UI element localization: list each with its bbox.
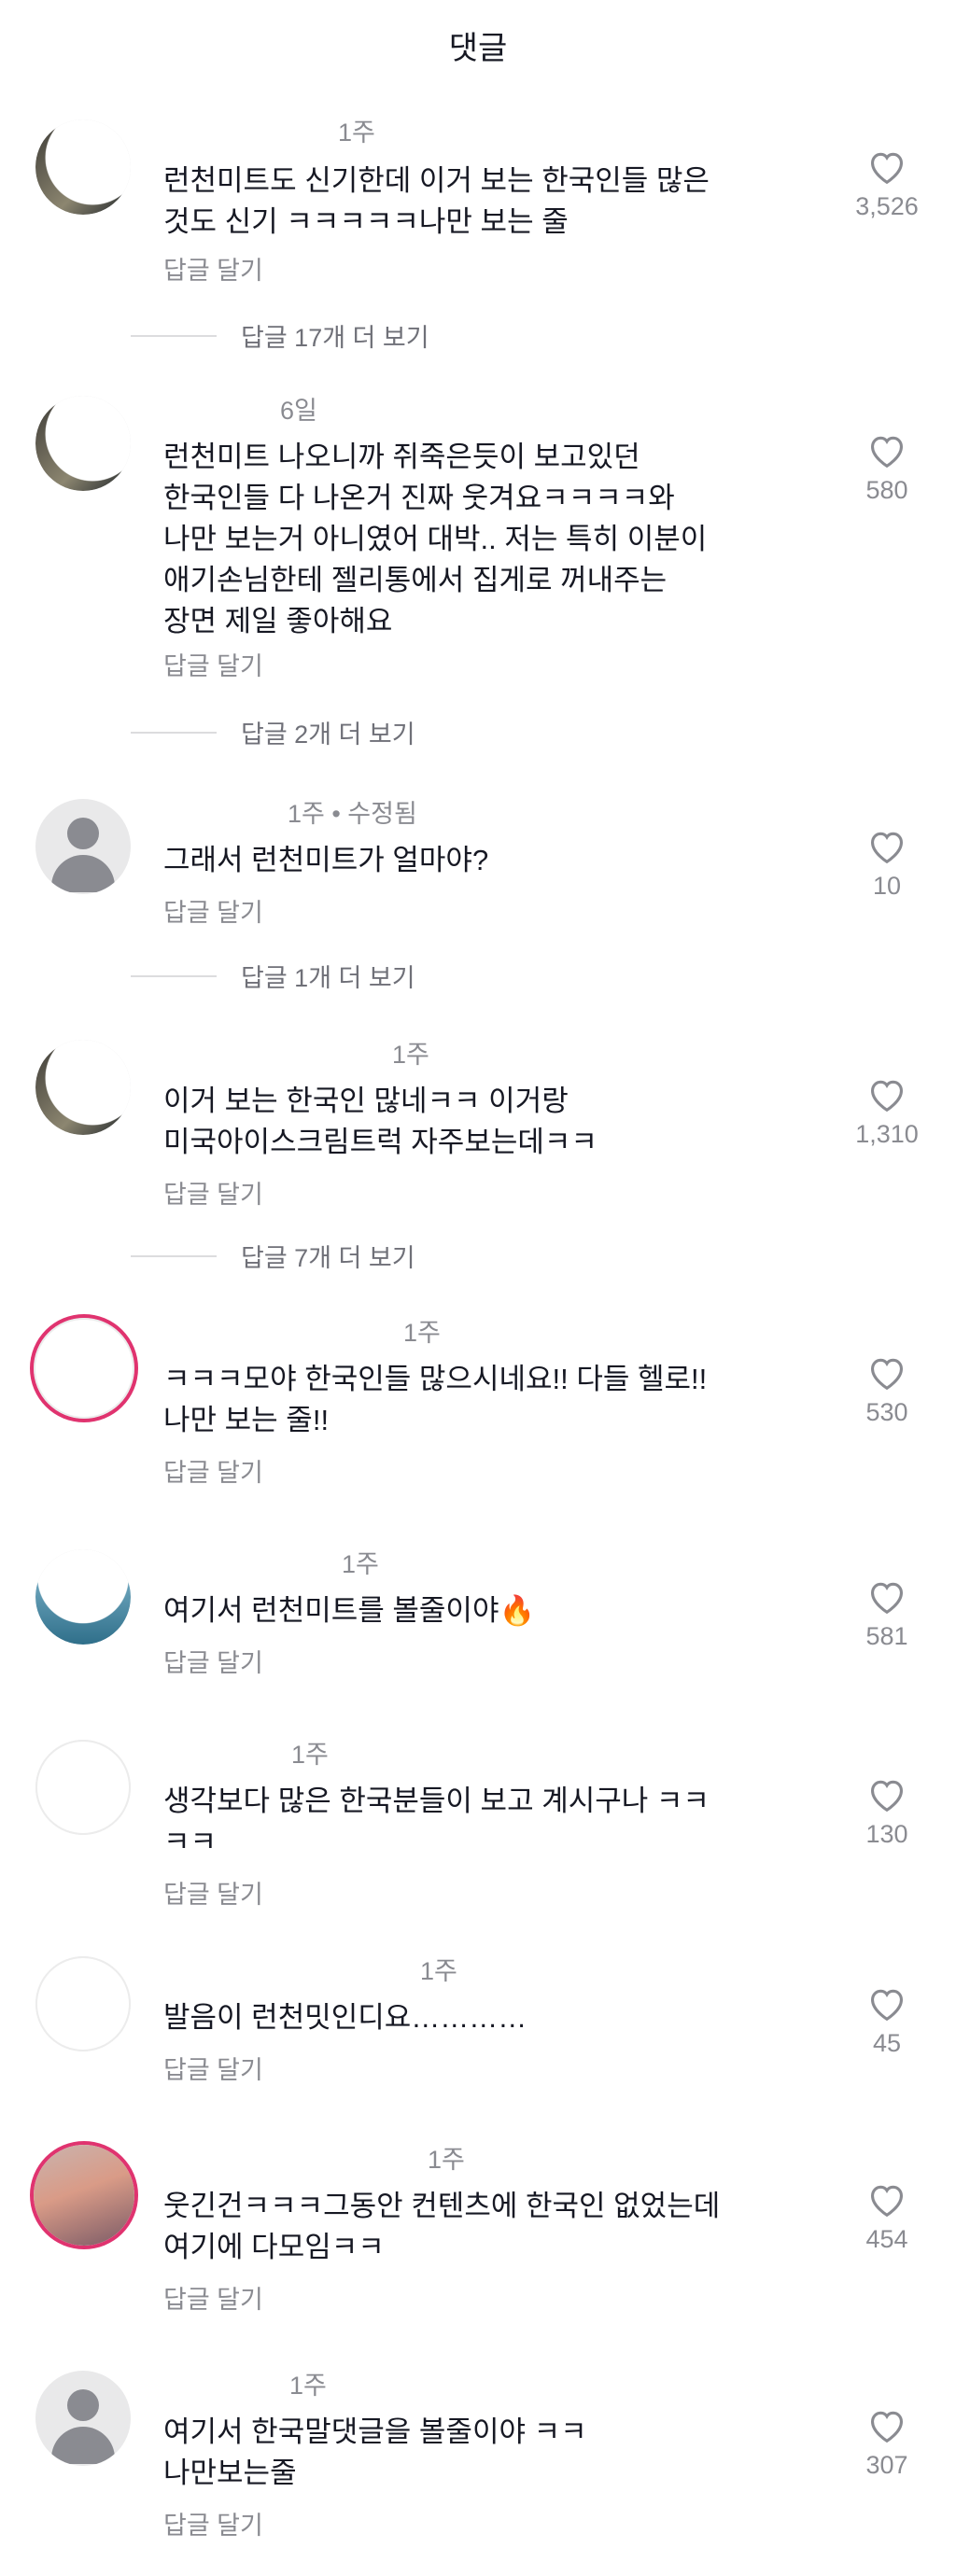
comment-time: 6일 xyxy=(280,397,317,425)
comment-time: 1주 xyxy=(289,2372,327,2400)
avatar[interactable] xyxy=(35,119,131,215)
avatar[interactable] xyxy=(35,1956,131,2051)
divider xyxy=(131,335,217,337)
comment-text: 그래서 런천미트가 얼마야? xyxy=(163,844,489,876)
like-count: 1,310 xyxy=(855,1120,919,1148)
divider xyxy=(131,975,217,977)
default-avatar-body xyxy=(51,855,115,892)
heart-icon xyxy=(870,1780,904,1813)
reply-button[interactable]: 답글 달기 xyxy=(163,2050,263,2086)
like-button[interactable]: 581 xyxy=(840,1577,934,1651)
heart-icon xyxy=(870,832,904,864)
comment-time: 1주 xyxy=(392,1041,429,1069)
comment-time: 1주 xyxy=(428,2146,465,2174)
heart-icon xyxy=(870,1080,904,1113)
like-button[interactable]: 45 xyxy=(840,1984,934,2058)
like-button[interactable]: 1,310 xyxy=(840,1075,934,1149)
avatar[interactable] xyxy=(35,1040,131,1135)
comment-time: 1주 xyxy=(342,1550,379,1578)
view-more-replies[interactable]: 답글 1개 더 보기 xyxy=(131,958,691,995)
avatar-image xyxy=(34,1318,134,1419)
like-count: 10 xyxy=(872,872,902,900)
like-count: 3,526 xyxy=(855,192,919,220)
like-button[interactable]: 580 xyxy=(840,431,934,505)
reply-button[interactable]: 답글 달기 xyxy=(163,1174,263,1211)
like-button[interactable]: 530 xyxy=(840,1353,934,1427)
comment-time: 1주 xyxy=(420,1957,457,1985)
avatar-image xyxy=(35,396,131,491)
comment-text: 웃긴건ㅋㅋㅋ그동안 컨텐츠에 한국인 없었는데 여기에 다모임ㅋㅋ xyxy=(163,2190,721,2263)
comment-text: 생각보다 많은 한국분들이 보고 계시구나 ㅋㅋ ㅋㅋ xyxy=(163,1785,710,1858)
divider xyxy=(131,1255,217,1257)
reply-button[interactable]: 답글 달기 xyxy=(163,2279,263,2316)
avatar[interactable] xyxy=(35,799,131,894)
view-more-replies-label: 답글 1개 더 보기 xyxy=(241,964,415,992)
comment-text: 발음이 런천밋인디요………… xyxy=(163,2001,527,2034)
like-button[interactable]: 3,526 xyxy=(840,147,934,221)
default-avatar-head xyxy=(67,2389,99,2421)
avatar-image xyxy=(35,1549,131,1645)
avatar-image xyxy=(35,1956,131,2051)
reply-button[interactable]: 답글 달기 xyxy=(163,646,263,682)
avatar-image xyxy=(35,1740,131,1835)
comment-text: 여기서 한국말댓글을 볼줄이야 ㅋㅋ 나만보는줄 xyxy=(163,2415,587,2489)
reply-button[interactable]: 답글 달기 xyxy=(163,250,263,287)
default-avatar-body xyxy=(51,2427,115,2464)
reply-button[interactable]: 답글 달기 xyxy=(163,1874,263,1911)
reply-button[interactable]: 답글 달기 xyxy=(163,1643,263,1679)
comment-time: 1주 xyxy=(338,119,375,147)
avatar[interactable] xyxy=(35,1740,131,1835)
comment-text: 런천미트 나오니까 쥐죽은듯이 보고있던 한국인들 다 나온거 진짜 웃겨요ㅋㅋ… xyxy=(163,441,708,637)
like-button[interactable]: 10 xyxy=(840,827,934,901)
comment-text: 이거 보는 한국인 많네ㅋㅋ 이거랑 미국아이스크림트럭 자주보는데ㅋㅋ xyxy=(163,1085,598,1158)
comment-text: 여기서 런천미트를 볼줄이야🔥 xyxy=(163,1594,536,1627)
view-more-replies-label: 답글 17개 더 보기 xyxy=(241,324,429,352)
like-count: 454 xyxy=(865,2225,908,2253)
comment-time: 1주 xyxy=(403,1319,441,1347)
avatar[interactable] xyxy=(34,1318,134,1419)
heart-icon xyxy=(870,1989,904,2022)
comment-text: ㅋㅋㅋ모야 한국인들 많으시네요!! 다들 헬로!! 나만 보는 줄!! xyxy=(163,1363,708,1436)
reply-button[interactable]: 답글 달기 xyxy=(163,892,263,929)
reply-button[interactable]: 답글 달기 xyxy=(163,1452,263,1489)
like-count: 307 xyxy=(865,2451,908,2479)
default-avatar-head xyxy=(67,818,99,849)
view-more-replies-label: 답글 7개 더 보기 xyxy=(241,1244,415,1272)
like-button[interactable]: 130 xyxy=(840,1775,934,1849)
avatar-image xyxy=(35,1040,131,1135)
header-title: 댓글 xyxy=(448,31,508,66)
avatar[interactable] xyxy=(35,2371,131,2466)
avatar[interactable] xyxy=(35,1549,131,1645)
like-count: 530 xyxy=(865,1398,908,1426)
like-count: 130 xyxy=(865,1820,908,1848)
view-more-replies[interactable]: 답글 2개 더 보기 xyxy=(131,714,691,751)
view-more-replies[interactable]: 답글 7개 더 보기 xyxy=(131,1238,691,1275)
reply-button[interactable]: 답글 달기 xyxy=(163,2505,263,2541)
comment-time: 1주 xyxy=(291,1741,329,1769)
heart-icon xyxy=(870,2185,904,2218)
comments-header: 댓글 xyxy=(0,0,956,84)
like-count: 581 xyxy=(865,1622,908,1650)
heart-icon xyxy=(870,1582,904,1615)
heart-icon xyxy=(870,1358,904,1391)
like-count: 45 xyxy=(872,2029,902,2057)
avatar-image xyxy=(34,2145,134,2246)
view-more-replies[interactable]: 답글 17개 더 보기 xyxy=(131,317,691,355)
heart-icon xyxy=(870,2411,904,2443)
avatar[interactable] xyxy=(34,2145,134,2246)
like-button[interactable]: 454 xyxy=(840,2180,934,2254)
heart-icon xyxy=(870,152,904,185)
avatar-image xyxy=(35,119,131,215)
comment-time: 1주 • 수정됨 xyxy=(288,800,417,828)
avatar[interactable] xyxy=(35,396,131,491)
comment-text: 런천미트도 신기한데 이거 보는 한국인들 많은 것도 신기 ㅋㅋㅋㅋㅋ나만 보… xyxy=(163,164,710,238)
heart-icon xyxy=(870,436,904,469)
divider xyxy=(131,732,217,734)
view-more-replies-label: 답글 2개 더 보기 xyxy=(241,721,415,749)
like-count: 580 xyxy=(865,476,908,504)
like-button[interactable]: 307 xyxy=(840,2406,934,2480)
